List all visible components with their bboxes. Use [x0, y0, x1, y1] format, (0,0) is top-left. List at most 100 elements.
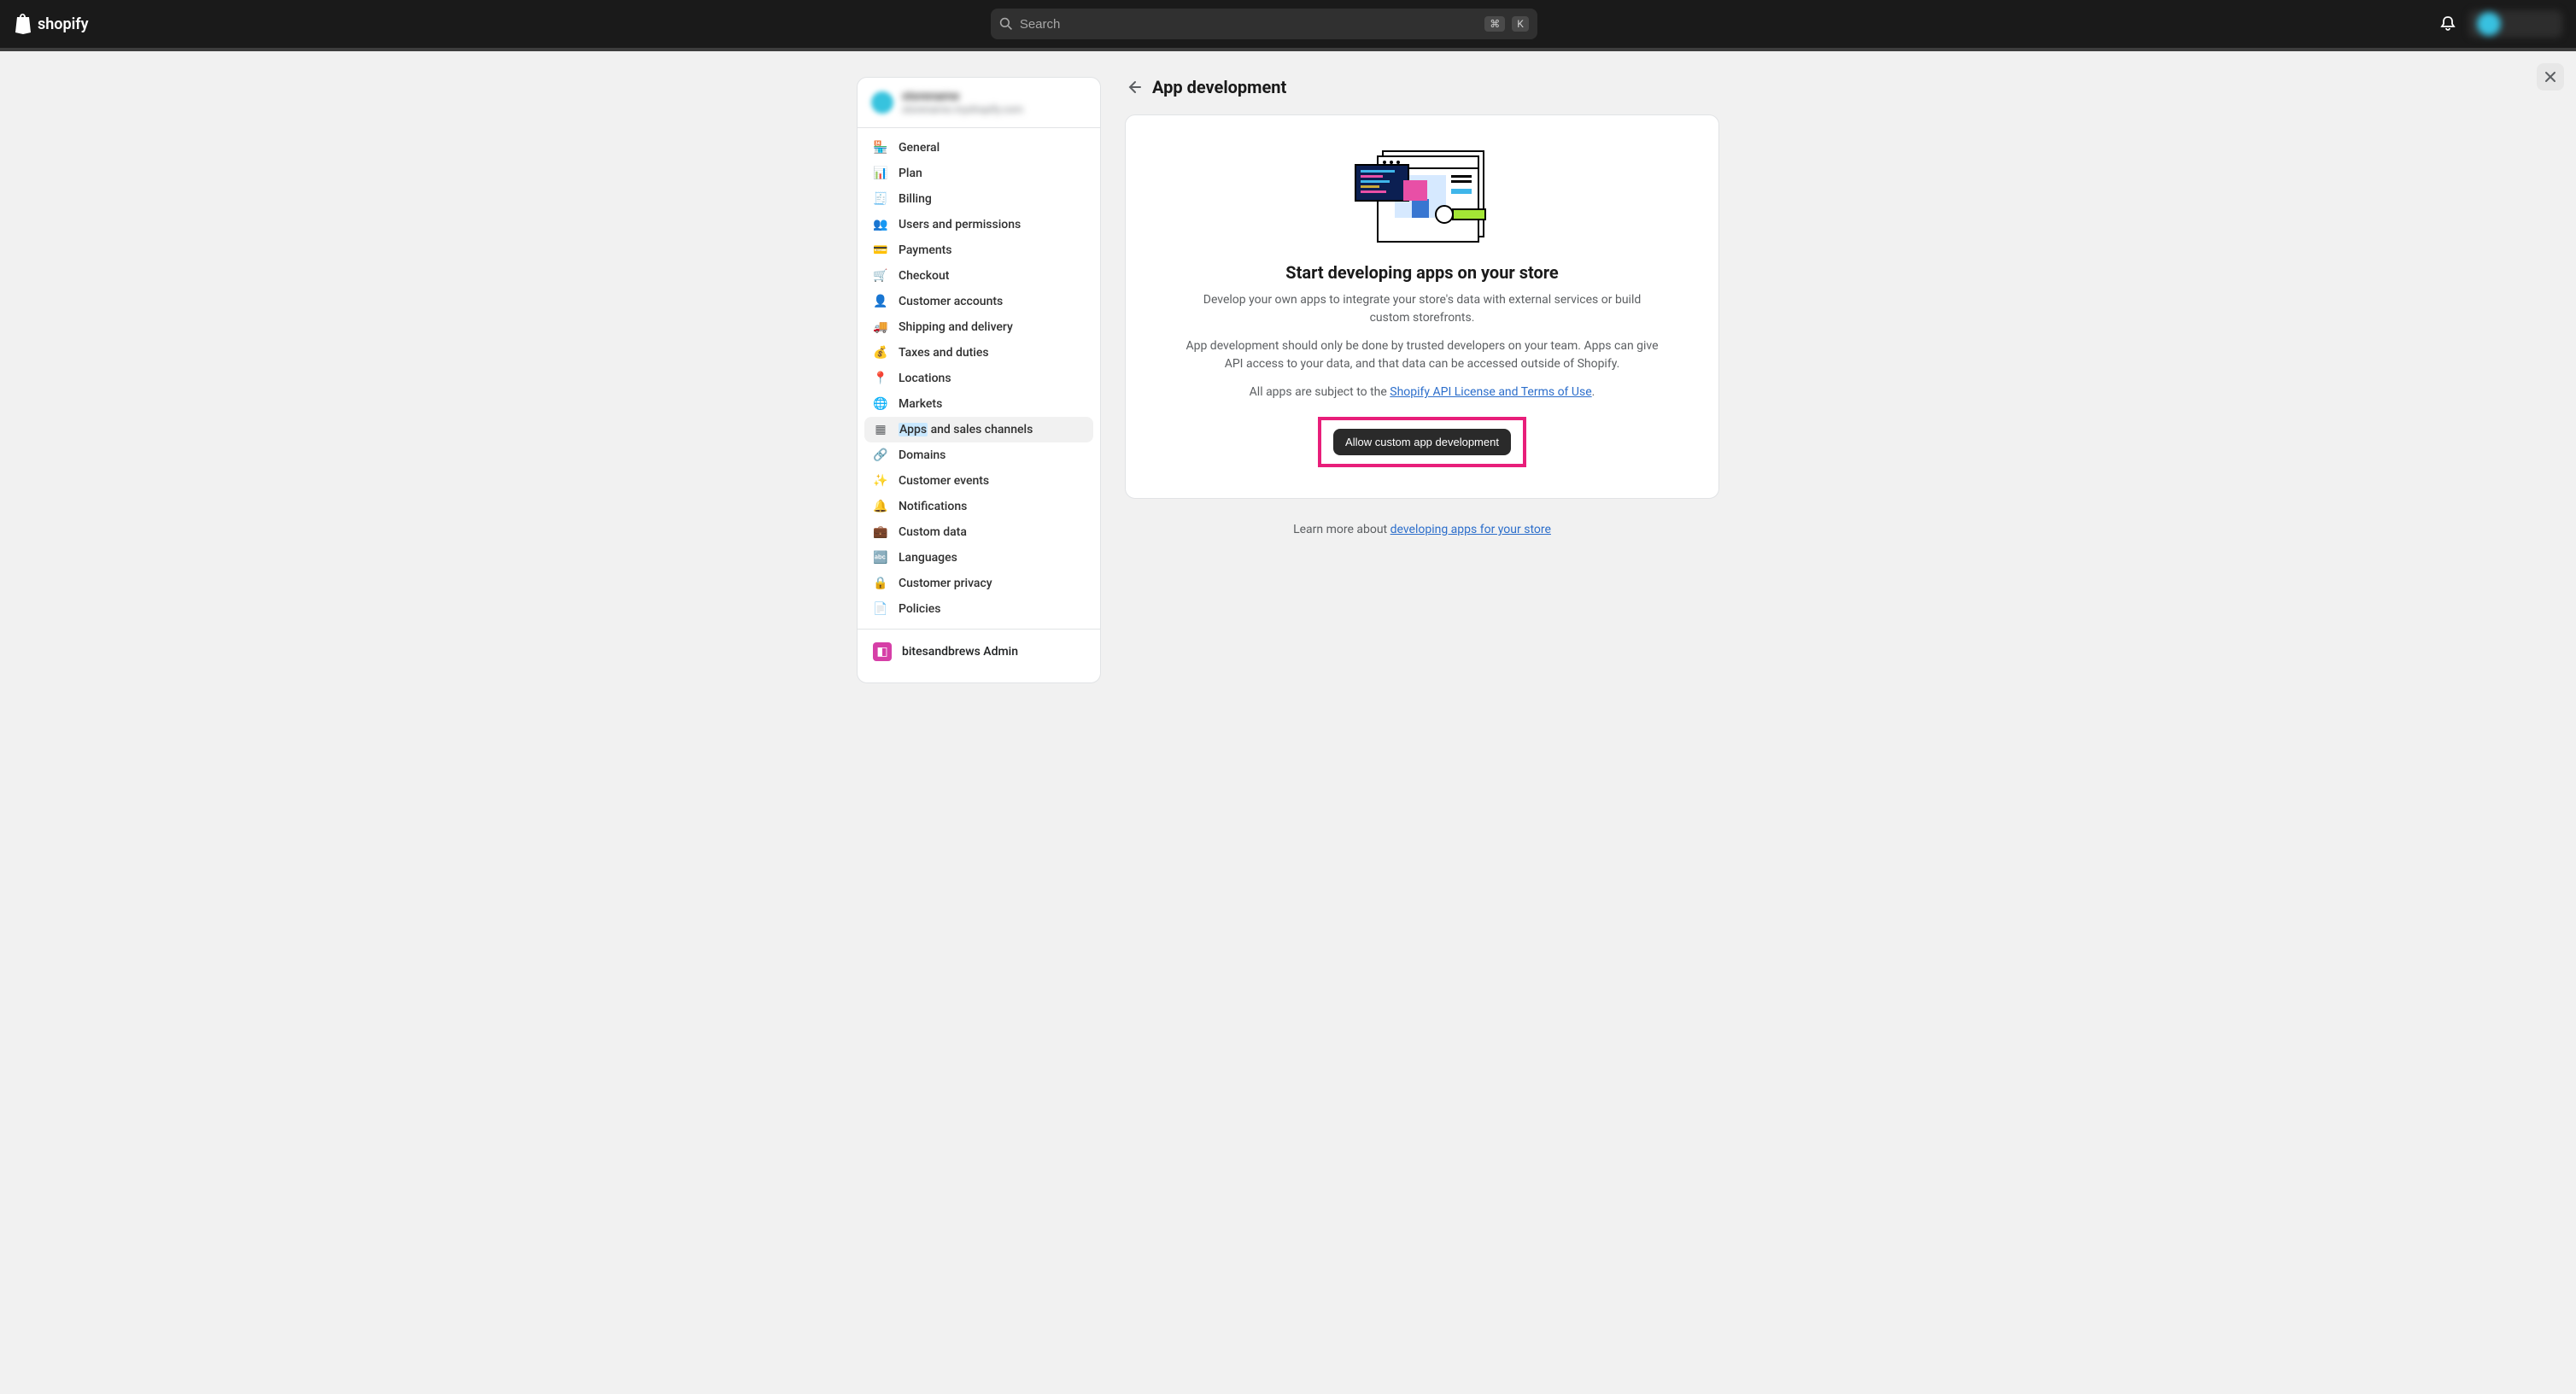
shopify-bag-icon — [14, 14, 32, 34]
sidebar-label: Languages — [899, 551, 957, 565]
globe-icon: 🌐 — [873, 397, 888, 411]
learn-more-prefix: Learn more about — [1293, 523, 1390, 536]
chart-icon: 📊 — [873, 167, 888, 180]
truck-icon: 🚚 — [873, 320, 888, 334]
sidebar-item-users[interactable]: 👥Users and permissions — [864, 212, 1093, 237]
document-icon: 📄 — [873, 602, 888, 616]
close-button[interactable] — [2537, 63, 2564, 91]
arrow-left-icon — [1125, 79, 1142, 96]
cart-icon: 🛒 — [873, 269, 888, 283]
bell-icon[interactable] — [2439, 15, 2456, 32]
back-arrow[interactable] — [1125, 79, 1142, 96]
bell-icon: 🔔 — [873, 500, 888, 513]
highlight-box: Allow custom app development — [1318, 417, 1526, 467]
sidebar-app-label: bitesandbrews Admin — [902, 645, 1018, 659]
close-icon — [2544, 70, 2557, 84]
sidebar-item-billing[interactable]: 🧾 Billing — [864, 186, 1093, 212]
pin-icon: 📍 — [873, 372, 888, 385]
sidebar-label: Plan — [899, 167, 922, 180]
sidebar-label: Checkout — [899, 269, 949, 283]
sidebar-label: General — [899, 141, 940, 155]
user-menu[interactable] — [2468, 10, 2562, 38]
card-heading: Start developing apps on your store — [1160, 262, 1684, 283]
sidebar-item-privacy[interactable]: 🔒 Customer privacy — [864, 571, 1093, 596]
sidebar-item-custom-data[interactable]: 💼 Custom data — [864, 519, 1093, 545]
card-p3-prefix: All apps are subject to the — [1250, 385, 1390, 399]
wand-icon: ✨ — [873, 474, 888, 488]
sidebar-app-item[interactable]: ◧ bitesandbrews Admin — [864, 636, 1093, 667]
sidebar-label: Taxes and duties — [899, 346, 989, 360]
divider — [858, 629, 1100, 630]
store-icon: 🏪 — [873, 141, 888, 155]
receipt-icon: 🧾 — [873, 192, 888, 206]
sidebar-label: Notifications — [899, 500, 967, 513]
sidebar-label: Custom data — [899, 525, 967, 539]
sidebar-item-policies[interactable]: 📄 Policies — [864, 596, 1093, 622]
sidebar-label: Domains — [899, 448, 946, 462]
shopify-logo[interactable]: shopify — [14, 14, 89, 34]
sidebar-item-taxes[interactable]: 💰 Taxes and duties — [864, 340, 1093, 366]
content-area: storename storename.myshopify.com 🏪 Gener… — [0, 51, 2576, 683]
sidebar-item-general[interactable]: 🏪 General — [864, 135, 1093, 161]
sidebar-label: Customer accounts — [899, 295, 1003, 308]
payments-icon: 💳 — [873, 243, 888, 257]
topbar: shopify ⌘ K — [0, 0, 2576, 48]
layout: storename storename.myshopify.com 🏪 Gener… — [857, 77, 1719, 683]
shortcut-mod: ⌘ — [1484, 16, 1505, 32]
settings-sidebar: storename storename.myshopify.com 🏪 Gener… — [857, 77, 1101, 683]
domain-icon: 🔗 — [873, 448, 888, 462]
card-p2: App development should only be done by t… — [1183, 337, 1661, 373]
topbar-right — [2439, 10, 2562, 38]
learn-more: Learn more about developing apps for you… — [1125, 523, 1719, 536]
sidebar-label: Locations — [899, 372, 951, 385]
sidebar-item-locations[interactable]: 📍 Locations — [864, 366, 1093, 391]
learn-more-link[interactable]: developing apps for your store — [1390, 523, 1551, 536]
main: App development — [1125, 77, 1719, 683]
sidebar-label: Billing — [899, 192, 932, 206]
sidebar-label: Policies — [899, 602, 941, 616]
page-title: App development — [1152, 77, 1286, 97]
allow-custom-apps-button[interactable]: Allow custom app development — [1333, 429, 1511, 455]
sidebar-item-plan[interactable]: 📊 Plan — [864, 161, 1093, 186]
store-header[interactable]: storename storename.myshopify.com — [858, 78, 1100, 128]
illustration — [1352, 148, 1492, 243]
store-name: storename — [902, 90, 1023, 103]
app-dev-card: Start developing apps on your store Deve… — [1125, 114, 1719, 499]
sidebar-item-apps[interactable]: ▦ Apps and sales channels — [864, 417, 1093, 442]
sidebar-item-checkout[interactable]: 🛒 Checkout — [864, 263, 1093, 289]
search-icon — [999, 17, 1013, 31]
apps-icon: ▦ — [873, 423, 888, 436]
users-icon: 👥 — [873, 218, 888, 231]
sidebar-label: Apps and sales channels — [899, 423, 1033, 436]
card-p1: Develop your own apps to integrate your … — [1183, 291, 1661, 327]
sidebar-label: Customer events — [899, 474, 989, 488]
page-header: App development — [1125, 77, 1719, 97]
sidebar-list: 🏪 General 📊 Plan 🧾 Billing 👥Users and permi… — [858, 128, 1100, 674]
sidebar-label: Payments — [899, 243, 952, 257]
sidebar-item-events[interactable]: ✨ Customer events — [864, 468, 1093, 494]
search-input[interactable] — [1020, 17, 1478, 32]
lock-icon: 🔒 — [873, 577, 888, 590]
api-terms-link[interactable]: Shopify API License and Terms of Use — [1390, 385, 1591, 399]
person-icon: 👤 — [873, 295, 888, 308]
shortcut-key: K — [1512, 16, 1529, 32]
store-domain: storename.myshopify.com — [902, 103, 1023, 115]
language-icon: 🔤 — [873, 551, 888, 565]
sidebar-item-domains[interactable]: 🔗 Domains — [864, 442, 1093, 468]
sidebar-label: Shipping and delivery — [899, 320, 1013, 334]
tax-icon: 💰 — [873, 346, 888, 360]
sidebar-item-customer-accounts[interactable]: 👤 Customer accounts — [864, 289, 1093, 314]
sidebar-item-notifications[interactable]: 🔔 Notifications — [864, 494, 1093, 519]
sidebar-item-payments[interactable]: 💳 Payments — [864, 237, 1093, 263]
app-icon: ◧ — [873, 642, 892, 661]
briefcase-icon: 💼 — [873, 525, 888, 539]
avatar — [2477, 12, 2501, 36]
search-bar[interactable]: ⌘ K — [991, 9, 1537, 39]
card-p3: All apps are subject to the Shopify API … — [1183, 384, 1661, 401]
sidebar-item-markets[interactable]: 🌐Markets — [864, 391, 1093, 417]
sidebar-item-languages[interactable]: 🔤 Languages — [864, 545, 1093, 571]
store-info: storename storename.myshopify.com — [902, 90, 1023, 115]
brand-name: shopify — [38, 15, 89, 33]
sidebar-label: Customer privacy — [899, 577, 992, 590]
sidebar-item-shipping[interactable]: 🚚 Shipping and delivery — [864, 314, 1093, 340]
